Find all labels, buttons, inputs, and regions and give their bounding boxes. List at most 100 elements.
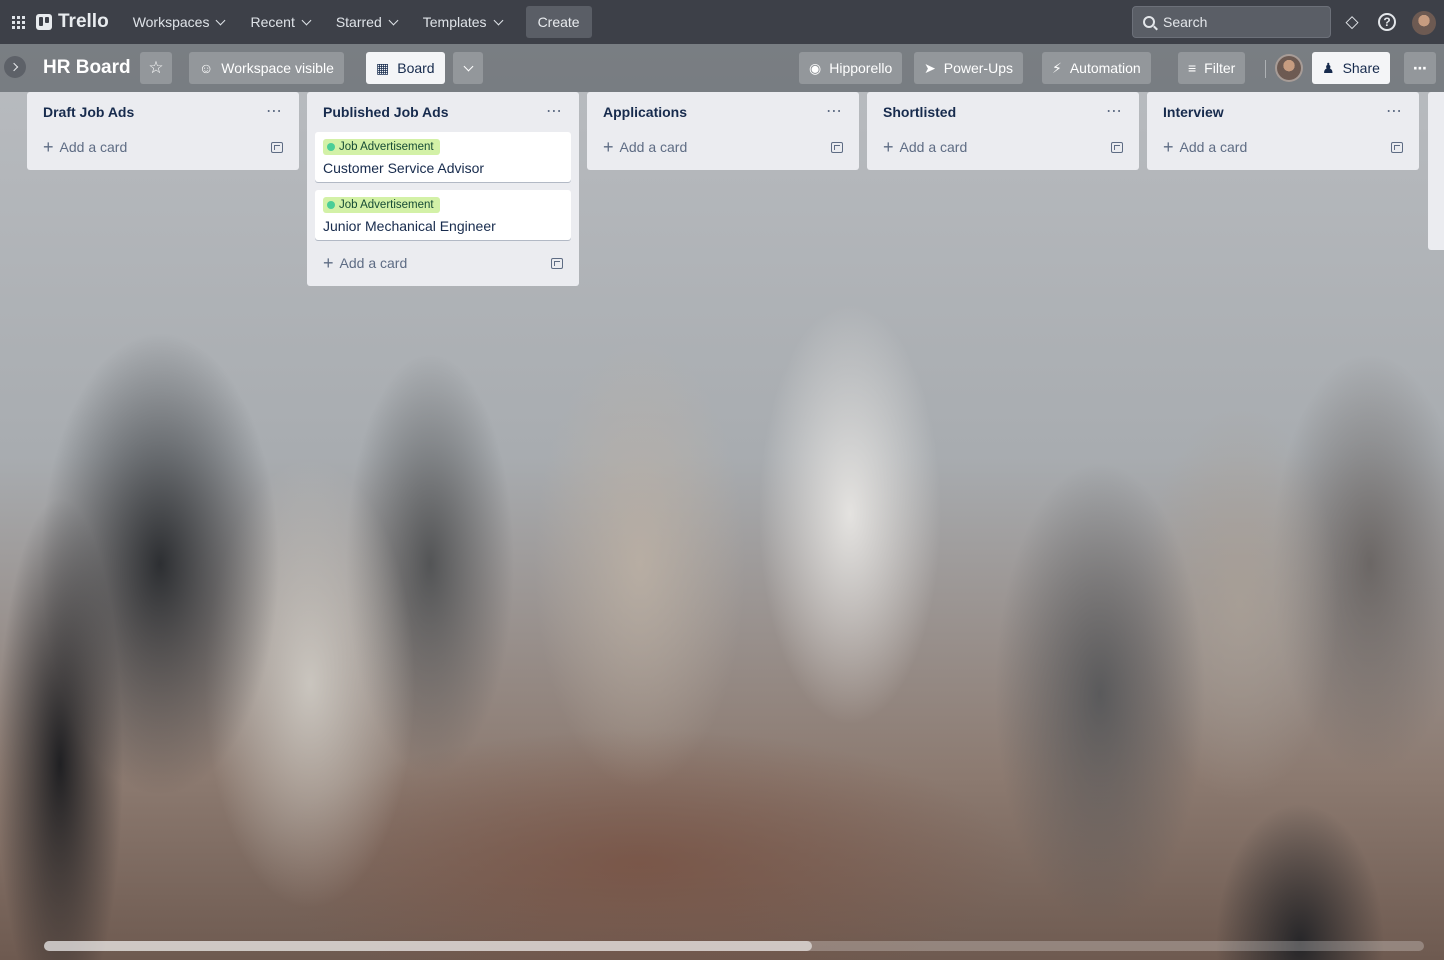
more-icon[interactable]: ⋯ [1386, 104, 1403, 120]
template-icon[interactable] [831, 141, 843, 153]
board-background-photo [0, 44, 1444, 960]
trello-logo[interactable]: Trello [36, 11, 109, 33]
card-customer-service-advisor[interactable]: Job Advertisement Customer Service Advis… [315, 132, 571, 182]
nav-recent-label: Recent [250, 14, 295, 30]
filter-button[interactable]: ≡ Filter [1178, 52, 1246, 84]
card-label[interactable]: Job Advertisement [323, 139, 440, 155]
add-card-label: Add a card [59, 139, 128, 155]
list-header: Published Job Ads ⋯ [315, 92, 571, 132]
member-avatar[interactable] [1275, 54, 1303, 82]
add-card-label: Add a card [339, 255, 408, 271]
chevron-down-icon [388, 15, 399, 25]
help-icon[interactable]: ? [1378, 13, 1396, 31]
hipporello-icon: ◉ [809, 59, 822, 76]
plus-icon: + [43, 137, 54, 157]
nav-templates-label: Templates [422, 14, 487, 30]
list-header: Applications ⋯ [595, 92, 851, 132]
card-label-text: Job Advertisement [339, 141, 434, 153]
board-icon: ▦ [376, 59, 390, 76]
star-icon: ☆ [148, 58, 164, 77]
header-divider [1265, 60, 1266, 78]
board-view-label: Board [397, 60, 435, 76]
trello-logo-icon [36, 14, 52, 30]
plus-icon: + [323, 253, 334, 273]
list-draft-job-ads: Draft Job Ads ⋯ + Add a card [27, 92, 299, 170]
power-ups-button[interactable]: ➤ Power-Ups [914, 52, 1023, 84]
add-another-list-button[interactable] [1428, 92, 1444, 250]
nav-workspaces-label: Workspaces [132, 14, 210, 30]
filter-icon: ≡ [1188, 60, 1197, 76]
more-icon[interactable]: ⋯ [826, 104, 843, 120]
template-icon[interactable] [551, 257, 563, 269]
more-icon[interactable]: ⋯ [266, 104, 283, 120]
chevron-down-icon [463, 61, 473, 71]
template-icon[interactable] [1391, 141, 1403, 153]
template-icon[interactable] [1111, 141, 1123, 153]
star-board-button[interactable]: ☆ [140, 52, 172, 84]
list-title[interactable]: Published Job Ads [323, 104, 449, 120]
list-title[interactable]: Draft Job Ads [43, 104, 134, 120]
add-card-label: Add a card [619, 139, 688, 155]
chevron-down-icon [301, 15, 312, 25]
trello-logo-text: Trello [58, 11, 109, 32]
list-applications: Applications ⋯ + Add a card [587, 92, 859, 170]
chevron-down-icon [493, 15, 504, 25]
card-title: Customer Service Advisor [323, 160, 485, 176]
board-title[interactable]: HR Board [43, 57, 131, 79]
search-placeholder: Search [1163, 14, 1208, 30]
add-card-label: Add a card [1179, 139, 1248, 155]
power-ups-label: Power-Ups [943, 60, 1013, 76]
power-ups-icon: ➤ [924, 59, 936, 76]
create-button[interactable]: Create [525, 6, 592, 38]
share-button[interactable]: ♟ Share [1312, 52, 1390, 84]
visibility-button[interactable]: ☺ Workspace visible [189, 52, 344, 84]
nav-templates[interactable]: Templates [413, 6, 512, 38]
notification-icon[interactable]: ◇ [1341, 11, 1363, 33]
card-junior-mechanical-engineer[interactable]: Job Advertisement Junior Mechanical Engi… [315, 190, 571, 240]
list-published-job-ads: Published Job Ads ⋯ Job Advertisement Cu… [307, 92, 579, 286]
list-title[interactable]: Interview [1163, 104, 1224, 120]
sidebar-toggle-button[interactable] [4, 56, 26, 78]
plus-icon: + [1163, 137, 1174, 157]
add-card-button[interactable]: + Add a card [1155, 132, 1411, 162]
card-title: Junior Mechanical Engineer [323, 218, 496, 234]
add-card-button[interactable]: + Add a card [595, 132, 851, 162]
scrollbar-thumb[interactable] [44, 941, 812, 951]
top-navigation: Trello Workspaces Recent Starred Templat… [0, 0, 1444, 44]
label-dot-icon [327, 143, 335, 151]
view-switcher-button[interactable] [453, 52, 483, 84]
nav-starred[interactable]: Starred [326, 6, 407, 38]
template-icon[interactable] [271, 141, 283, 153]
account-avatar[interactable] [1412, 11, 1436, 35]
hipporello-label: Hipporello [829, 60, 893, 76]
share-label: Share [1342, 60, 1380, 76]
board-menu-button[interactable]: ⋯ [1404, 52, 1436, 84]
more-icon[interactable]: ⋯ [1106, 104, 1123, 120]
board-view-button[interactable]: ▦ Board [366, 52, 445, 84]
list-header: Interview ⋯ [1155, 92, 1411, 132]
add-card-button[interactable]: + Add a card [35, 132, 291, 162]
nav-workspaces[interactable]: Workspaces [123, 6, 235, 38]
plus-icon: + [883, 137, 894, 157]
search-input[interactable]: Search [1132, 6, 1331, 38]
add-card-button[interactable]: + Add a card [315, 248, 571, 278]
apps-grid-icon[interactable] [0, 0, 36, 44]
list-header: Draft Job Ads ⋯ [35, 92, 291, 132]
more-icon: ⋯ [1413, 59, 1427, 76]
chevron-right-icon [9, 62, 19, 72]
people-icon: ☺ [199, 60, 214, 76]
list-title[interactable]: Shortlisted [883, 104, 956, 120]
automation-icon: ⚡ [1052, 59, 1062, 76]
nav-recent[interactable]: Recent [240, 6, 319, 38]
list-interview: Interview ⋯ + Add a card [1147, 92, 1419, 170]
visibility-label: Workspace visible [221, 60, 334, 76]
hipporello-button[interactable]: ◉ Hipporello [799, 52, 903, 84]
list-title[interactable]: Applications [603, 104, 687, 120]
card-label[interactable]: Job Advertisement [323, 197, 440, 213]
horizontal-scrollbar[interactable] [44, 941, 1424, 951]
share-icon: ♟ [1322, 59, 1335, 76]
add-card-button[interactable]: + Add a card [875, 132, 1131, 162]
more-icon[interactable]: ⋯ [546, 104, 563, 120]
list-header: Shortlisted ⋯ [875, 92, 1131, 132]
automation-button[interactable]: ⚡ Automation [1042, 52, 1151, 84]
